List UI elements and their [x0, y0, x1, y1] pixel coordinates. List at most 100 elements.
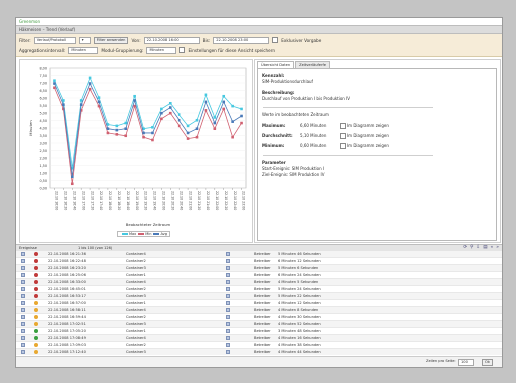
stat-avg-check-label: Im Diagramm zeigen — [347, 133, 389, 138]
apply-filter-button[interactable]: Filter anwenden — [93, 36, 129, 44]
row-checkbox[interactable] — [21, 266, 25, 270]
row-checkbox[interactable] — [21, 301, 25, 305]
status-icon — [34, 301, 38, 305]
filter-select[interactable]: Verlauf/Protokoll — [33, 36, 76, 44]
row-time: 22.10.2008 16:45:01 — [48, 287, 86, 291]
ok-button[interactable]: Ok — [482, 359, 493, 366]
table-row[interactable]: 22.10.2008 16:58:11 Container4 Betreiber 4 … — [16, 307, 502, 314]
data-point-min — [106, 131, 110, 135]
filter-dropdown-icon[interactable]: ▾ — [78, 36, 91, 44]
row-checkbox[interactable] — [21, 287, 25, 291]
row-source: Container1 — [126, 329, 146, 333]
row-checkbox[interactable] — [21, 350, 25, 354]
rows-per-page-select[interactable]: 100 — [458, 359, 474, 366]
row-checkbox[interactable] — [21, 259, 25, 263]
status-icon — [34, 329, 38, 333]
row-checkbox[interactable] — [21, 343, 25, 347]
stat-max-checkbox[interactable] — [340, 123, 346, 129]
table-row[interactable]: 22.10.2008 17:05:20 Container1 Betreiber 3 … — [16, 328, 502, 335]
row-checkbox[interactable] — [21, 308, 25, 312]
row-detail-icon[interactable] — [226, 350, 230, 354]
table-row[interactable]: 22.10.2008 16:53:17 Container3 Betreiber 5 … — [16, 293, 502, 300]
exclusive-checkbox[interactable] — [272, 37, 279, 43]
row-type: Betreiber — [254, 315, 271, 319]
row-detail-icon[interactable] — [226, 343, 230, 347]
x-tick-label: 22.10 20:20 — [170, 191, 174, 210]
row-checkbox[interactable] — [21, 252, 25, 256]
y-tick-label: 7,50 — [39, 74, 47, 78]
tab-overview[interactable]: Übersicht Daten — [257, 61, 295, 68]
row-detail-icon[interactable] — [226, 280, 230, 284]
row-detail-icon[interactable] — [226, 266, 230, 270]
row-checkbox[interactable] — [21, 336, 25, 340]
legend-label: Max — [129, 232, 137, 236]
aggregation-select[interactable]: Minuten — [68, 46, 99, 54]
tab-timeline[interactable]: Zeitverläuferfe — [295, 61, 330, 68]
table-row[interactable]: 22.10.2008 17:02:51 Container3 Betreiber 4 … — [16, 321, 502, 328]
mode-select[interactable]: Minuten — [146, 46, 177, 54]
table-row[interactable]: 22.10.2008 16:23:20 Container3 Betreiber 5 … — [16, 265, 502, 272]
to-date-input[interactable]: 22.10.2008 23:00 — [213, 36, 270, 44]
table-row[interactable]: 22.10.2008 17:12:40 Container3 Betreiber 4 … — [16, 349, 502, 355]
table-row[interactable]: 22.10.2008 16:59:44 Container2 Betreiber 4 … — [16, 314, 502, 321]
row-type: Betreiber — [254, 308, 271, 312]
x-tick-label: 22.10 18:20 — [117, 191, 121, 210]
kennzahl-label: Kennzahl: — [262, 73, 285, 78]
row-detail-icon[interactable] — [226, 329, 230, 333]
row-checkbox[interactable] — [21, 322, 25, 326]
row-source: Container1 — [126, 301, 146, 305]
stat-max-check-label: Im Diagramm zeigen — [347, 123, 389, 128]
aggregation-label: Aggregationsintervall: — [19, 47, 66, 53]
row-detail-icon[interactable] — [226, 252, 230, 256]
row-detail-icon[interactable] — [226, 294, 230, 298]
row-checkbox[interactable] — [21, 329, 25, 333]
row-detail-icon[interactable] — [226, 336, 230, 340]
row-detail-icon[interactable] — [226, 259, 230, 263]
table-row[interactable]: 22.10.2008 16:57:00 Container1 Betreiber 4 … — [16, 300, 502, 307]
row-time: 22.10.2008 17:09:03 — [48, 343, 86, 347]
row-message: 4 Minuten 8 Sekunden — [278, 308, 319, 312]
save-settings-checkbox[interactable] — [179, 47, 186, 53]
row-checkbox[interactable] — [21, 273, 25, 277]
table-row[interactable]: 22.10.2008 16:22:48 Container2 Betreiber 6 … — [16, 258, 502, 265]
row-detail-icon[interactable] — [226, 308, 230, 312]
x-tick-label: 22.10 19:20 — [144, 191, 148, 210]
data-point-avg — [79, 103, 83, 107]
row-message: 5 Minuten 46 Sekunden — [278, 252, 321, 256]
row-detail-icon[interactable] — [226, 273, 230, 277]
x-tick-label: 22.10 16:00 — [55, 191, 59, 210]
y-tick-label: 1,00 — [39, 171, 47, 175]
y-tick-label: 6,50 — [39, 89, 47, 93]
table-row[interactable]: 22.10.2008 16:21:36 Container4 Betreiber 5 … — [16, 251, 502, 258]
data-point-max — [62, 99, 65, 102]
table-row[interactable]: 22.10.2008 17:09:03 Container2 Betreiber 4 … — [16, 342, 502, 349]
row-checkbox[interactable] — [21, 280, 25, 284]
table-row[interactable]: 22.10.2008 17:08:49 Container4 Betreiber 4 … — [16, 335, 502, 342]
table-row[interactable]: 22.10.2008 16:25:06 Container1 Betreiber 6 … — [16, 272, 502, 279]
data-point-min — [240, 121, 243, 125]
row-detail-icon[interactable] — [226, 315, 230, 319]
y-tick-label: 4,00 — [39, 126, 47, 130]
row-detail-icon[interactable] — [226, 301, 230, 305]
table-row[interactable]: 22.10.2008 16:33:00 Container4 Betreiber 4 … — [16, 279, 502, 286]
row-detail-icon[interactable] — [226, 287, 230, 291]
data-point-avg — [115, 128, 119, 132]
row-source: Container3 — [126, 350, 146, 354]
row-source: Container3 — [126, 294, 146, 298]
stat-min-check-label: Im Diagramm zeigen — [347, 143, 389, 148]
start-event: Start-Ereignis: SIM Produktion I — [262, 166, 325, 171]
row-checkbox[interactable] — [21, 294, 25, 298]
stat-avg-checkbox[interactable] — [340, 133, 346, 139]
row-checkbox[interactable] — [21, 315, 25, 319]
stat-min-value: 0,60 Minuten — [300, 143, 327, 148]
stat-min-checkbox[interactable] — [340, 143, 346, 149]
pager: Zeilen pro Seite: 100 Ok — [16, 356, 502, 367]
from-date-input[interactable]: 22.10.2008 16:00 — [143, 36, 200, 44]
row-message: 4 Minuten 44 Sekunden — [278, 350, 321, 354]
info-panel: Übersicht Daten Zeitverläuferfe Kennzahl… — [254, 59, 501, 243]
data-point-min — [204, 109, 208, 112]
data-point-min — [231, 135, 234, 139]
table-row[interactable]: 22.10.2008 16:45:01 Container2 Betreiber 5 … — [16, 286, 502, 293]
row-detail-icon[interactable] — [226, 322, 230, 326]
data-point-max — [88, 76, 92, 80]
